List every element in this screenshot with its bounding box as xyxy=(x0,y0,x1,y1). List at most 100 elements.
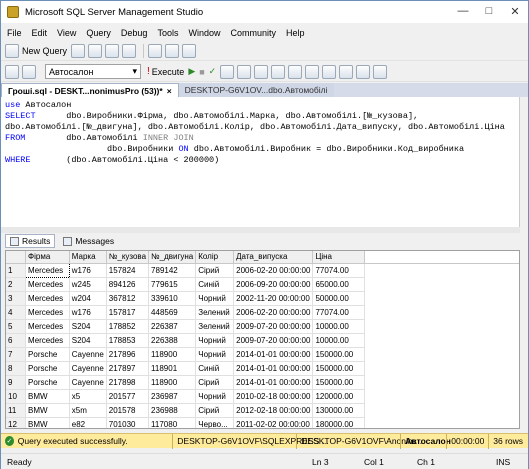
table-cell[interactable]: 226388 xyxy=(148,333,197,348)
column-header[interactable]: Марка xyxy=(69,251,107,264)
table-cell[interactable]: 118901 xyxy=(148,361,197,376)
table-cell[interactable]: 77074.00 xyxy=(312,263,365,278)
debug-play-icon[interactable]: ▶ xyxy=(188,66,195,77)
minimize-button[interactable]: — xyxy=(450,1,476,21)
results-grid[interactable]: Фірма Марка №_кузова №_двигуна Колір Дата_вип… xyxy=(5,250,520,429)
table-cell[interactable]: 894126 xyxy=(106,277,150,292)
table-cell[interactable]: 2006-02-20 00:00:00 xyxy=(233,305,314,320)
table-cell[interactable]: 180000.00 xyxy=(312,417,365,428)
table-cell[interactable]: BMW xyxy=(25,417,70,428)
copy-icon[interactable] xyxy=(165,43,180,58)
table-cell[interactable]: Porsche xyxy=(25,361,70,376)
table-cell[interactable]: 117080 xyxy=(148,417,197,428)
table-cell[interactable]: Mercedes xyxy=(25,262,70,278)
menu-debug[interactable]: Debug xyxy=(121,28,148,38)
table-row[interactable]: 7 Porsche Cayenne 217896 118900 Чорний 2014-01… xyxy=(6,347,519,362)
table-cell[interactable]: 236988 xyxy=(148,403,197,418)
table-cell[interactable]: Mercedes xyxy=(25,305,70,320)
table-cell[interactable]: 226387 xyxy=(148,319,197,334)
table-cell[interactable]: Mercedes xyxy=(25,333,70,348)
table-cell[interactable]: 367812 xyxy=(106,291,150,306)
tab-results[interactable]: Results xyxy=(5,234,56,248)
close-button[interactable]: ✕ xyxy=(502,1,528,21)
table-cell[interactable]: 2014-01-01 00:00:00 xyxy=(233,361,314,376)
menu-view[interactable]: View xyxy=(57,28,76,38)
table-row[interactable]: 4 Mercedes w176 157817 448569 Зелений 2006-02-… xyxy=(6,305,519,320)
table-cell[interactable]: 10000.00 xyxy=(312,319,365,334)
table-cell[interactable]: Черво... xyxy=(195,417,235,428)
table-cell[interactable]: 2014-01-01 00:00:00 xyxy=(233,347,314,362)
indent-icon[interactable] xyxy=(373,64,388,79)
table-cell[interactable]: 236987 xyxy=(148,389,197,404)
table-cell[interactable]: w245 xyxy=(69,277,107,292)
row-number[interactable]: 7 xyxy=(6,347,27,362)
tab-table-editor[interactable]: DESKTOP-G6V1OV...dbo.Автомобілі xyxy=(178,83,334,97)
table-cell[interactable]: 217897 xyxy=(106,361,150,376)
include-plan-icon[interactable] xyxy=(254,64,269,79)
table-row[interactable]: 5 Mercedes S204 178852 226387 Зелений 2009-07-… xyxy=(6,319,519,334)
row-number[interactable]: 8 xyxy=(6,361,27,376)
table-cell[interactable]: Зелений xyxy=(195,305,235,320)
table-cell[interactable]: 217896 xyxy=(106,347,150,362)
menu-help[interactable]: Help xyxy=(286,28,305,38)
open-file-icon[interactable] xyxy=(88,43,103,58)
table-cell[interactable]: Синій xyxy=(195,361,235,376)
table-cell[interactable]: 2014-01-01 00:00:00 xyxy=(233,375,314,390)
parse-check-icon[interactable]: ✓ xyxy=(209,66,217,77)
table-cell[interactable]: w176 xyxy=(69,305,107,320)
table-row[interactable]: 10 BMW x5 201577 236987 Чорний 2010-02-18 00:0… xyxy=(6,389,519,404)
table-cell[interactable]: 217898 xyxy=(106,375,150,390)
new-file-icon[interactable] xyxy=(71,43,86,58)
table-row[interactable]: 11 BMW x5m 201578 236988 Сірий 2012-02-18 00:0… xyxy=(6,403,519,418)
table-row[interactable]: 2 Mercedes w245 894126 779615 Синій 2006-09-20… xyxy=(6,277,519,292)
table-cell[interactable]: Зелений xyxy=(195,319,235,334)
table-cell[interactable]: 130000.00 xyxy=(312,403,365,418)
table-row[interactable]: 12 BMW e82 701030 117080 Черво... 2011-02-02 0… xyxy=(6,417,519,428)
row-number[interactable]: 6 xyxy=(6,333,27,348)
database-select[interactable]: Автосалон ▾ xyxy=(45,64,141,79)
table-cell[interactable]: 178852 xyxy=(106,319,150,334)
table-cell[interactable]: 2009-07-20 00:00:00 xyxy=(233,319,314,334)
table-cell[interactable]: Чорний xyxy=(195,347,235,362)
table-cell[interactable]: 339610 xyxy=(148,291,197,306)
table-cell[interactable]: w176 xyxy=(69,263,107,278)
row-number[interactable]: 4 xyxy=(6,305,27,320)
table-cell[interactable]: Cayenne xyxy=(69,361,107,376)
table-cell[interactable]: BMW xyxy=(25,403,70,418)
menu-query[interactable]: Query xyxy=(86,28,111,38)
menu-file[interactable]: File xyxy=(7,28,22,38)
table-cell[interactable]: 150000.00 xyxy=(312,347,365,362)
new-query-button[interactable]: New Query xyxy=(5,43,67,58)
table-cell[interactable]: 118900 xyxy=(148,375,197,390)
table-cell[interactable]: 201578 xyxy=(106,403,150,418)
table-cell[interactable]: Чорний xyxy=(195,333,235,348)
tab-query-file[interactable]: Гроші.sql - DESKT...nonimusPro (53))* × xyxy=(1,83,179,97)
table-cell[interactable]: 77074.00 xyxy=(312,305,365,320)
connect-icon[interactable] xyxy=(5,64,19,79)
results-to-grid-icon[interactable] xyxy=(288,64,303,79)
column-header[interactable]: Ціна xyxy=(312,251,365,264)
table-cell[interactable]: 2006-02-20 00:00:00 xyxy=(233,263,314,278)
table-cell[interactable]: 2009-07-20 00:00:00 xyxy=(233,333,314,348)
display-plan-icon[interactable] xyxy=(220,64,235,79)
table-cell[interactable]: Porsche xyxy=(25,347,70,362)
row-number[interactable]: 3 xyxy=(6,291,27,306)
table-cell[interactable]: S204 xyxy=(69,333,107,348)
menu-tools[interactable]: Tools xyxy=(157,28,178,38)
table-row[interactable]: 3 Mercedes w204 367812 339610 Чорний 2002-11-2… xyxy=(6,291,519,306)
table-row[interactable]: 1 Mercedes w176 157824 789142 Сірий 2006-02-20… xyxy=(6,262,519,278)
table-cell[interactable]: 2010-02-18 00:00:00 xyxy=(233,389,314,404)
query-designer-icon[interactable] xyxy=(237,64,252,79)
table-cell[interactable]: Чорний xyxy=(195,389,235,404)
table-cell[interactable]: Синій xyxy=(195,277,235,292)
table-cell[interactable]: 120000.00 xyxy=(312,389,365,404)
table-cell[interactable]: Сірий xyxy=(195,403,235,418)
table-cell[interactable]: 118900 xyxy=(148,347,197,362)
comment-icon[interactable] xyxy=(322,64,337,79)
column-header[interactable]: Фірма xyxy=(25,251,70,264)
table-cell[interactable]: 2012-02-18 00:00:00 xyxy=(233,403,314,418)
table-cell[interactable]: 2002-11-20 00:00:00 xyxy=(233,291,314,306)
properties-icon[interactable] xyxy=(182,43,197,58)
table-cell[interactable]: 779615 xyxy=(148,277,197,292)
table-cell[interactable]: Mercedes xyxy=(25,319,70,334)
